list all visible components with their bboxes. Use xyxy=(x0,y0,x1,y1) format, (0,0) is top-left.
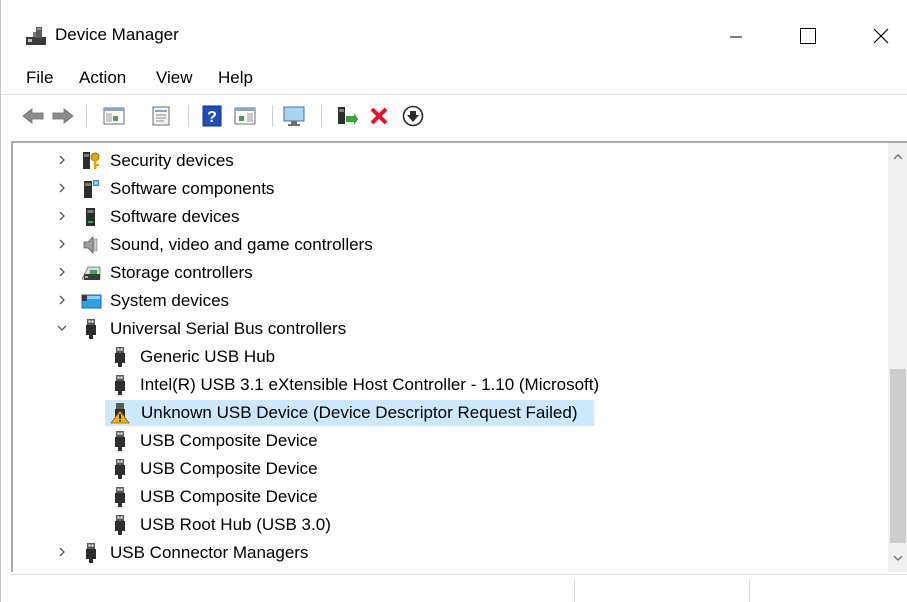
usb-warning-icon xyxy=(110,403,130,424)
uninstall-device-icon[interactable] xyxy=(367,104,391,128)
speaker-icon xyxy=(83,236,98,254)
tree-item-label: Software devices xyxy=(110,207,240,226)
vertical-scrollbar[interactable] xyxy=(888,143,907,572)
system-device-icon xyxy=(81,294,102,309)
usb-plug-icon xyxy=(115,375,125,395)
back-arrow-icon[interactable] xyxy=(21,104,45,128)
scrollbar-thumb[interactable] xyxy=(890,369,906,543)
title-bar[interactable]: Device Manager xyxy=(1,0,907,62)
chevron-right-icon[interactable] xyxy=(55,237,69,251)
usb-plug-icon xyxy=(115,431,125,451)
software-component-icon xyxy=(84,180,99,198)
usb-plug-icon xyxy=(115,487,125,507)
tree-item-generic-usb-hub[interactable]: Generic USB Hub xyxy=(13,343,893,371)
tree-item-label: Generic USB Hub xyxy=(140,347,276,366)
status-bar xyxy=(11,574,907,602)
tree-item-usb-composite-device[interactable]: USB Composite Device xyxy=(13,455,893,483)
svg-text:?: ? xyxy=(207,109,217,126)
toolbar-separator xyxy=(321,105,322,127)
chevron-right-icon[interactable] xyxy=(55,153,69,167)
window-title: Device Manager xyxy=(55,25,179,44)
tree-item-label: USB Connector Managers xyxy=(110,543,309,562)
tree-item-sound-video-game[interactable]: Sound, video and game controllers xyxy=(13,231,893,259)
usb-plug-icon xyxy=(115,459,125,479)
tree-item-usb-controllers[interactable]: Universal Serial Bus controllers xyxy=(13,315,893,343)
tree-item-label: Security devices xyxy=(110,151,234,170)
minimize-icon xyxy=(730,36,742,38)
chevron-down-icon[interactable] xyxy=(55,321,69,335)
properties-icon[interactable] xyxy=(149,104,173,128)
close-button[interactable] xyxy=(857,14,903,58)
minimize-button[interactable] xyxy=(713,14,759,58)
tree-item-label: USB Composite Device xyxy=(140,487,318,506)
storage-controller-icon xyxy=(81,266,101,280)
tree-item-system-devices[interactable]: System devices xyxy=(13,287,893,315)
usb-plug-icon xyxy=(86,543,96,563)
scroll-up-icon[interactable] xyxy=(888,147,907,167)
tree-item-software-components[interactable]: Software components xyxy=(13,175,893,203)
tree-item-security-devices[interactable]: Security devices xyxy=(13,147,893,175)
chevron-right-icon[interactable] xyxy=(55,545,69,559)
device-manager-icon xyxy=(26,27,46,45)
tree-item-usb-connector-managers[interactable]: USB Connector Managers xyxy=(13,539,893,567)
usb-plug-icon xyxy=(115,347,125,367)
security-key-icon xyxy=(83,152,100,169)
tree-item-label: USB Root Hub (USB 3.0) xyxy=(140,515,331,534)
toolbar-separator xyxy=(272,105,273,127)
tree-item-storage-controllers[interactable]: Storage controllers xyxy=(13,259,893,287)
tree-item-label: Storage controllers xyxy=(110,263,253,282)
show-hide-console-tree-icon[interactable] xyxy=(102,104,126,128)
tree-item-software-devices[interactable]: Software devices xyxy=(13,203,893,231)
maximize-button[interactable] xyxy=(785,14,831,58)
close-icon xyxy=(873,28,889,44)
toolbar-separator xyxy=(188,105,189,127)
chevron-right-icon[interactable] xyxy=(55,209,69,223)
tree-item-label: Unknown USB Device (Device Descriptor Re… xyxy=(141,403,578,422)
tree-item-label: Software components xyxy=(110,179,275,198)
forward-arrow-icon[interactable] xyxy=(51,104,75,128)
tree-item-usb-composite-device[interactable]: USB Composite Device xyxy=(13,427,893,455)
chevron-right-icon[interactable] xyxy=(55,181,69,195)
action-pane-icon[interactable] xyxy=(233,104,257,128)
tree-item-unknown-usb-device[interactable]: Unknown USB Device (Device Descriptor Re… xyxy=(13,399,893,427)
status-divider xyxy=(574,579,575,602)
tree-item-usb-root-hub[interactable]: USB Root Hub (USB 3.0) xyxy=(13,511,893,539)
menu-view[interactable]: View xyxy=(156,68,193,88)
update-driver-icon[interactable] xyxy=(334,104,358,128)
monitor-icon[interactable] xyxy=(282,104,306,128)
toolbar-separator xyxy=(86,105,87,127)
menu-bar: File Action View Help xyxy=(1,62,907,94)
device-tree[interactable]: Security devices Software components Sof… xyxy=(11,141,907,572)
software-device-icon xyxy=(86,208,95,226)
menu-help[interactable]: Help xyxy=(218,68,253,88)
tree-item-intel-usb-host-controller[interactable]: Intel(R) USB 3.1 eXtensible Host Control… xyxy=(13,371,893,399)
menu-file[interactable]: File xyxy=(26,68,53,88)
menu-action[interactable]: Action xyxy=(79,68,126,88)
toolbar: ? xyxy=(1,94,907,138)
install-device-icon[interactable] xyxy=(401,104,425,128)
chevron-right-icon[interactable] xyxy=(55,293,69,307)
tree-item-label: System devices xyxy=(110,291,230,310)
tree-item-label: Sound, video and game controllers xyxy=(110,235,373,254)
maximize-icon xyxy=(800,28,816,44)
scroll-down-icon[interactable] xyxy=(888,548,907,568)
tree-item-label: USB Composite Device xyxy=(140,431,318,450)
usb-plug-icon xyxy=(115,515,125,535)
device-manager-window: Device Manager File Action View Help ? S… xyxy=(0,0,907,602)
tree-item-label: Universal Serial Bus controllers xyxy=(110,319,347,338)
status-divider xyxy=(749,579,750,602)
tree-item-label: Intel(R) USB 3.1 eXtensible Host Control… xyxy=(140,375,600,394)
usb-plug-icon xyxy=(86,319,96,339)
tree-item-usb-composite-device[interactable]: USB Composite Device xyxy=(13,483,893,511)
chevron-right-icon[interactable] xyxy=(55,265,69,279)
help-icon[interactable]: ? xyxy=(200,104,224,128)
tree-item-label: USB Composite Device xyxy=(140,459,318,478)
